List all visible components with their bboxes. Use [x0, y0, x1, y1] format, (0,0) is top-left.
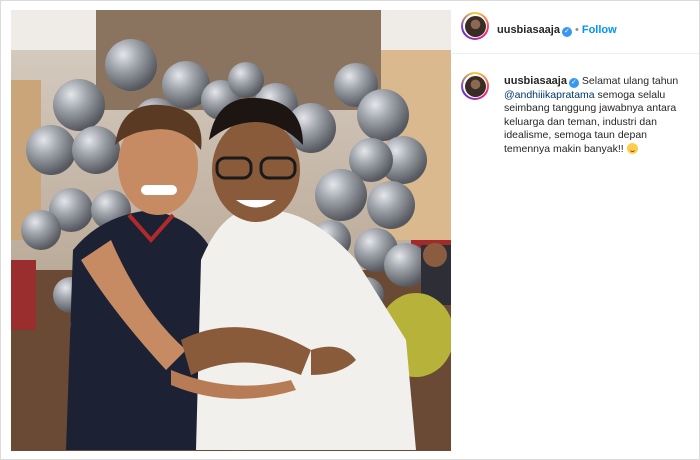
post-sidebar: uusbiasaaja ✓ • Follow uusbiasaaja ✓ Selamat… — [452, 1, 699, 459]
follow-button[interactable]: Follow — [582, 24, 617, 36]
post-header-meta: uusbiasaaja ✓ • Follow — [497, 20, 617, 38]
post-photo[interactable] — [11, 10, 451, 451]
caption-username[interactable]: uusbiasaaja — [504, 75, 567, 87]
verified-badge-icon: ✓ — [561, 27, 572, 37]
caption-text-start: Selamat ulang tahun — [581, 75, 679, 87]
blushing-smile-emoji-icon — [626, 142, 638, 154]
instagram-post-frame: uusbiasaaja ✓ • Follow uusbiasaaja ✓ Selamat… — [0, 0, 700, 460]
caption-mention-link[interactable]: @andhiiikapratama — [504, 89, 595, 101]
post-header: uusbiasaaja ✓ • Follow — [452, 1, 699, 54]
separator-dot: • — [574, 24, 579, 36]
post-caption: uusbiasaaja ✓ Selamat ulang tahun @andhii… — [504, 75, 694, 156]
author-avatar[interactable] — [461, 12, 489, 40]
post-photo-illustration — [11, 10, 451, 451]
author-username[interactable]: uusbiasaaja — [497, 24, 560, 36]
caption-verified-badge-icon: ✓ — [568, 78, 579, 88]
caption-author-avatar[interactable] — [461, 72, 489, 100]
